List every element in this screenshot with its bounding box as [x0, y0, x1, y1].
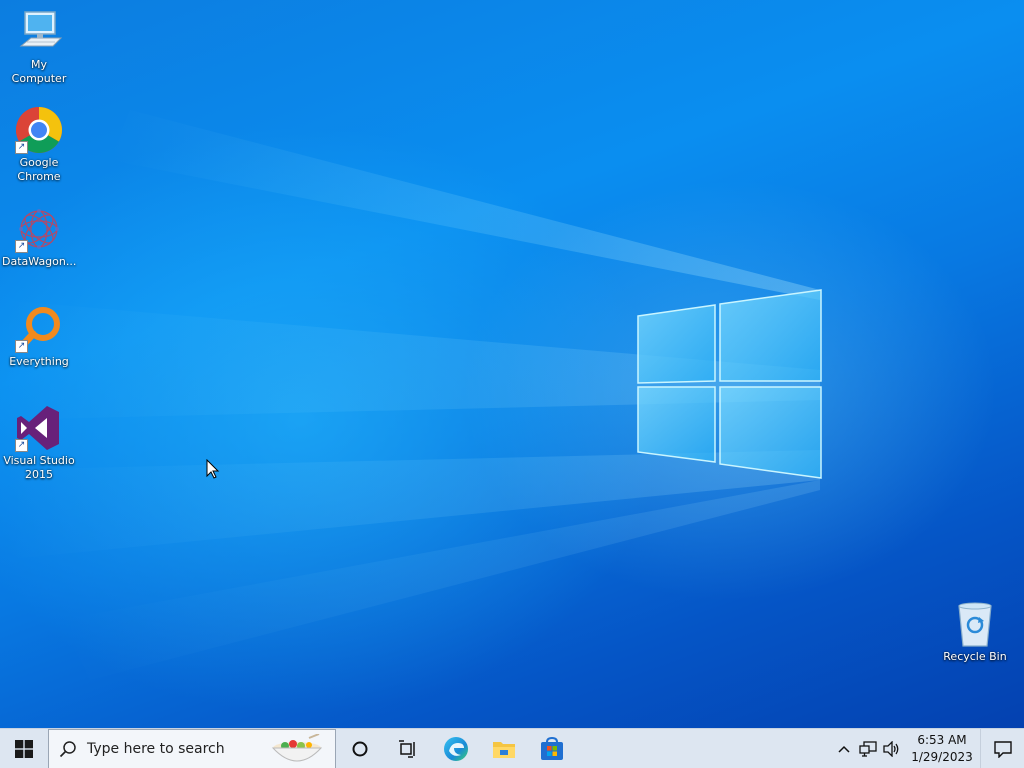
desktop-icon-label: Recycle Bin	[943, 650, 1007, 663]
start-button[interactable]	[0, 729, 48, 768]
desktop-icon-everything[interactable]: ↗ Everything	[0, 305, 78, 369]
desktop-icon-my-computer[interactable]: My Computer	[0, 8, 78, 86]
visual-studio-icon: ↗	[15, 404, 63, 452]
cortana-button[interactable]	[336, 729, 384, 768]
computer-icon	[15, 8, 63, 56]
file-explorer-button[interactable]	[480, 729, 528, 768]
store-icon	[541, 736, 563, 760]
recycle-bin-icon	[951, 600, 999, 648]
clock[interactable]: 6:53 AM 1/29/2023	[904, 732, 980, 766]
search-box[interactable]: Type here to search	[48, 728, 336, 768]
folder-icon	[493, 741, 515, 758]
action-center-button[interactable]	[980, 728, 1024, 768]
desktop-icon-visual-studio[interactable]: ↗ Visual Studio 2015	[0, 404, 78, 482]
mouse-cursor-icon	[206, 459, 220, 479]
desktop-icon-label: Everything	[9, 355, 69, 368]
store-button[interactable]	[528, 729, 576, 768]
shortcut-arrow-icon: ↗	[15, 141, 28, 154]
search-icon	[59, 740, 76, 757]
show-hidden-icons-button[interactable]	[832, 729, 856, 768]
volume-icon	[883, 740, 899, 757]
shortcut-arrow-icon: ↗	[15, 240, 28, 253]
task-view-button[interactable]	[384, 729, 432, 768]
desktop-icon-label: DataWagon...	[2, 255, 77, 268]
search-placeholder: Type here to search	[87, 740, 225, 757]
edge-icon	[444, 736, 468, 761]
wallpaper	[0, 110, 822, 680]
notification-icon	[993, 740, 1012, 758]
edge-button[interactable]	[432, 729, 480, 768]
desktop[interactable]: My Computer ↗ Google Chrome ↗ DataWagon.…	[0, 0, 1024, 728]
task-view-icon	[399, 739, 415, 758]
datawagon-icon: ↗	[15, 205, 63, 253]
desktop-icon-label: Google Chrome	[17, 156, 61, 183]
everything-search-icon: ↗	[15, 305, 63, 353]
network-button[interactable]	[856, 729, 880, 768]
windows-logo-icon	[15, 739, 33, 758]
salad-bowl-icon	[271, 733, 323, 761]
network-icon	[859, 740, 877, 757]
desktop-icon-google-chrome[interactable]: ↗ Google Chrome	[0, 106, 78, 184]
chrome-icon: ↗	[15, 106, 63, 154]
desktop-icon-datawagon[interactable]: ↗ DataWagon...	[0, 205, 78, 269]
desktop-icon-label: My Computer	[11, 58, 67, 85]
desktop-icon-label: Visual Studio 2015	[3, 454, 75, 481]
clock-date: 1/29/2023	[911, 749, 973, 764]
taskbar: Type here to search 6:53 AM 1/29/2023	[0, 728, 1024, 768]
system-tray: 6:53 AM 1/29/2023	[832, 728, 1024, 768]
volume-button[interactable]	[880, 729, 904, 768]
desktop-icon-recycle-bin[interactable]: Recycle Bin	[936, 600, 1014, 664]
shortcut-arrow-icon: ↗	[15, 439, 28, 452]
chevron-up-icon	[838, 745, 850, 753]
cortana-circle-icon	[352, 741, 368, 756]
clock-time: 6:53 AM	[917, 732, 967, 747]
shortcut-arrow-icon: ↗	[15, 340, 28, 353]
